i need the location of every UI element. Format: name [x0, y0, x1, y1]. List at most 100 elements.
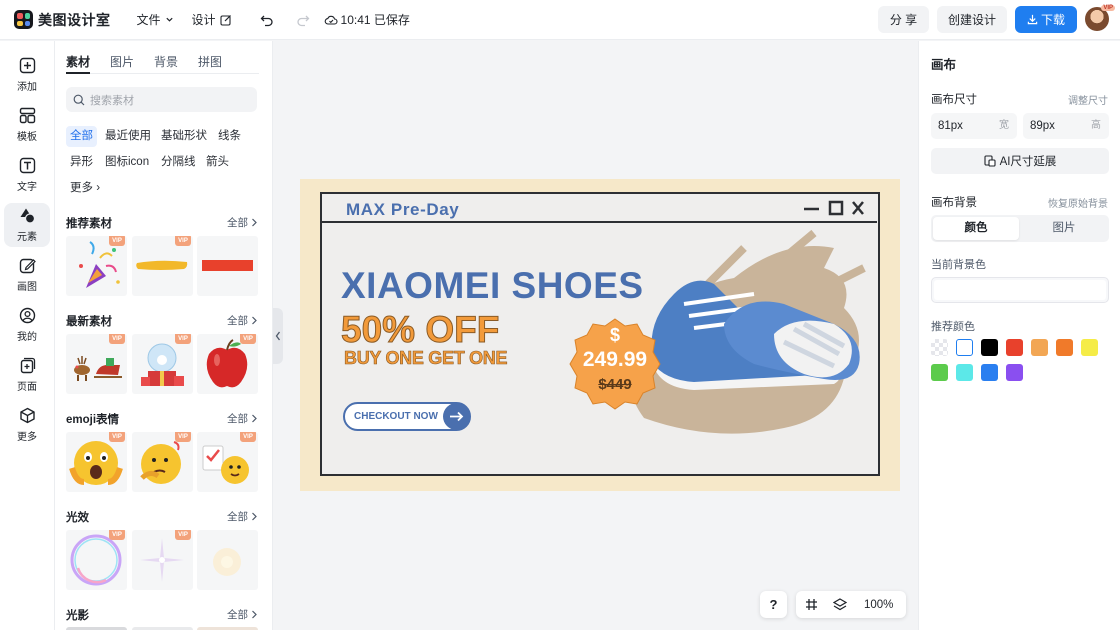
sidebar-item-templates[interactable]: 模板 — [4, 103, 50, 147]
material-tile[interactable] — [197, 530, 258, 590]
material-tile[interactable]: VIP — [197, 432, 258, 492]
chevron-right-icon — [252, 610, 257, 619]
material-tile[interactable]: VIP — [66, 432, 127, 492]
chip-recent[interactable]: 最近使用 — [101, 126, 155, 147]
tab-collage[interactable]: 拼图 — [198, 53, 222, 74]
save-status: 10:41 已保存 — [324, 11, 410, 28]
canvas-properties-panel: 画布 画布尺寸 调整尺寸 81px 宽 89px 高 AI尺寸延展 画布背景 恢… — [918, 41, 1120, 630]
help-button[interactable]: ? — [760, 591, 787, 618]
color-swatch[interactable] — [956, 364, 973, 381]
undo-button[interactable] — [256, 13, 274, 27]
material-tile[interactable]: VIP — [132, 334, 193, 394]
redo-button[interactable] — [292, 13, 310, 27]
sidebar-item-mine[interactable]: 我的 — [4, 303, 50, 347]
vip-badge: VIP — [1101, 5, 1115, 11]
banner-promo: BUY ONE GET ONE — [344, 348, 508, 369]
color-swatch[interactable] — [1006, 364, 1023, 381]
material-tile[interactable] — [197, 236, 258, 296]
current-bg-label: 当前背景色 — [931, 259, 986, 271]
vip-badge: VIP — [240, 432, 256, 442]
material-tile[interactable]: VIP — [132, 432, 193, 492]
canvas-area: MAX Pre-Day XIAOMEI SHOES 50% OFF BUY ON… — [283, 41, 918, 630]
price-value: 249.99 — [582, 348, 648, 371]
width-field[interactable]: 81px 宽 — [931, 113, 1017, 139]
search-input[interactable]: 搜索素材 — [90, 92, 134, 108]
grid-icon[interactable] — [805, 598, 818, 611]
create-design-button[interactable]: 创建设计 — [937, 6, 1007, 33]
material-tile[interactable]: VIP — [66, 530, 127, 590]
material-tile[interactable]: VIP — [132, 530, 193, 590]
chip-all[interactable]: 全部 — [66, 126, 97, 147]
share-button[interactable]: 分 享 — [878, 6, 929, 33]
tab-color[interactable]: 颜色 — [933, 217, 1019, 240]
chip-arrows[interactable]: 箭头 — [202, 152, 233, 173]
material-tile[interactable]: VIP — [132, 236, 193, 296]
chip-basic-shapes[interactable]: 基础形状 — [157, 126, 211, 147]
color-swatch[interactable] — [1031, 339, 1048, 356]
sidebar-item-more[interactable]: 更多 — [4, 403, 50, 447]
chevron-right-icon — [252, 414, 257, 423]
material-tile[interactable]: VIP — [66, 236, 127, 296]
chip-dividers[interactable]: 分隔线 — [157, 152, 200, 173]
help-label: ? — [769, 597, 778, 612]
tab-backgrounds[interactable]: 背景 — [154, 53, 178, 74]
see-all-label: 全部 — [227, 315, 248, 327]
ai-extend-button[interactable]: AI尺寸延展 — [931, 148, 1109, 174]
chip-more[interactable]: 更多 › — [66, 178, 104, 199]
design-menu[interactable]: 设计 — [192, 11, 232, 28]
tab-image-label: 图片 — [1052, 222, 1076, 234]
search-box[interactable]: 搜索素材 — [66, 87, 257, 112]
color-swatch[interactable] — [1056, 339, 1073, 356]
design-menu-label: 设计 — [191, 13, 216, 27]
collapse-panel-button[interactable] — [273, 308, 283, 364]
see-all-link[interactable]: 全部 — [227, 509, 258, 524]
height-field[interactable]: 89px 高 — [1023, 113, 1109, 139]
save-status-text: 10:41 已保存 — [340, 13, 410, 27]
tab-materials[interactable]: 素材 — [66, 53, 91, 74]
download-button[interactable]: 下载 — [1015, 6, 1077, 33]
design-canvas[interactable]: MAX Pre-Day XIAOMEI SHOES 50% OFF BUY ON… — [300, 179, 900, 491]
color-swatch[interactable] — [931, 364, 948, 381]
chip-lines[interactable]: 线条 — [214, 126, 245, 147]
color-swatch[interactable] — [981, 364, 998, 381]
material-tile[interactable]: VIP — [66, 334, 127, 394]
vip-badge: VIP — [109, 236, 125, 246]
sidebar-item-pages[interactable]: 页面 — [4, 353, 50, 397]
see-all-link[interactable]: 全部 — [227, 411, 258, 426]
color-swatch[interactable] — [981, 339, 998, 356]
bg-type-toggle: 颜色 图片 — [931, 215, 1109, 242]
sidebar-item-text[interactable]: 文字 — [4, 153, 50, 197]
zoom-level[interactable]: 100% — [864, 599, 893, 611]
restore-bg-link[interactable]: 恢复原始背景 — [1048, 195, 1108, 210]
sidebar-item-elements[interactable]: 元素 — [4, 203, 50, 247]
download-label: 下载 — [1040, 13, 1065, 27]
chip-irregular[interactable]: 异形 — [66, 152, 97, 173]
material-tile[interactable]: VIP — [197, 334, 258, 394]
app-logo[interactable]: 美图设计室 — [14, 10, 111, 30]
tab-image[interactable]: 图片 — [1021, 217, 1107, 240]
see-all-link[interactable]: 全部 — [227, 607, 258, 622]
avatar[interactable]: VIP — [1085, 5, 1115, 31]
file-menu[interactable]: 文件 — [137, 11, 174, 28]
pen-icon — [19, 258, 36, 274]
current-bg-swatch — [934, 280, 1106, 300]
share-label: 分 享 — [889, 13, 918, 27]
chevron-right-icon — [252, 218, 257, 227]
layers-icon[interactable] — [833, 598, 847, 611]
see-all-link[interactable]: 全部 — [227, 313, 258, 328]
banner-window[interactable]: MAX Pre-Day XIAOMEI SHOES 50% OFF BUY ON… — [320, 192, 880, 476]
resize-link[interactable]: 调整尺寸 — [1068, 92, 1108, 107]
color-swatch[interactable] — [956, 339, 973, 356]
page-icon — [20, 357, 35, 374]
current-bg-color[interactable] — [931, 277, 1109, 303]
tab-images[interactable]: 图片 — [110, 53, 134, 74]
swatch-transparent[interactable] — [931, 339, 948, 356]
color-swatch[interactable] — [1081, 339, 1098, 356]
sidebar-item-draw[interactable]: 画图 — [4, 253, 50, 297]
canvas-toolbar: 100% — [796, 591, 906, 618]
sidebar-item-add[interactable]: 添加 — [4, 53, 50, 97]
checkout-button[interactable]: CHECKOUT NOW — [343, 402, 471, 431]
chip-icons[interactable]: 图标icon — [101, 152, 153, 173]
color-swatch[interactable] — [1006, 339, 1023, 356]
see-all-link[interactable]: 全部 — [227, 215, 258, 230]
